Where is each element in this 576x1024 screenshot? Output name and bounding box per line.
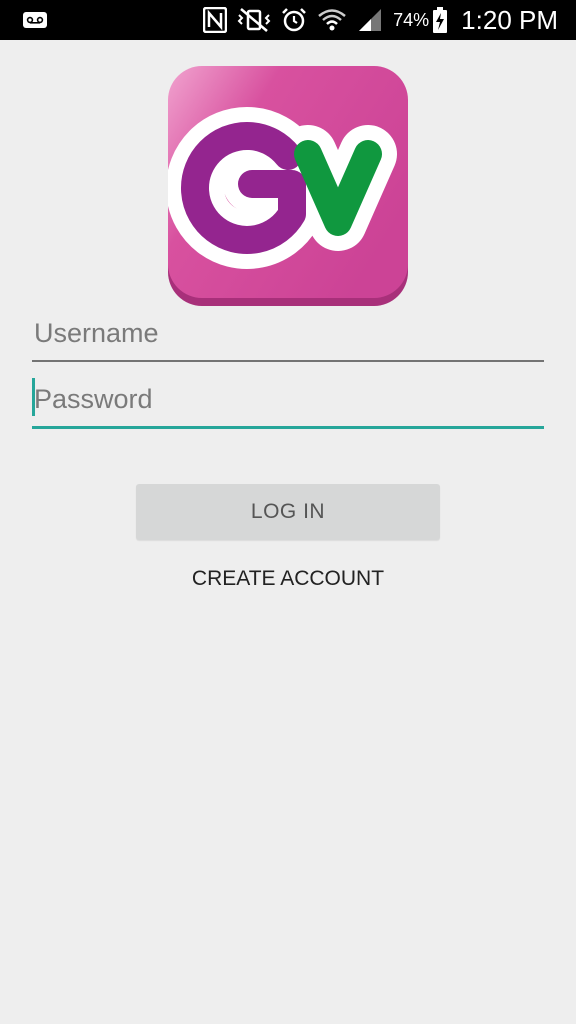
cell-signal-icon [359,9,382,31]
password-input[interactable] [32,372,544,426]
nfc-icon [203,7,228,33]
login-button[interactable]: LOG IN [136,484,440,540]
text-cursor [32,378,35,416]
password-field[interactable] [32,372,544,429]
app-logo [166,66,408,306]
gv-logo-icon [166,66,408,306]
username-input[interactable] [32,306,544,360]
voicemail-icon [23,12,47,28]
battery-percentage: 74% [393,9,430,30]
create-account-button[interactable]: CREATE ACCOUNT [136,556,440,602]
clock: 1:20 PM [461,4,558,35]
status-bar: 74% 1:20 PM [0,0,576,40]
username-field[interactable] [32,306,544,362]
alarm-icon [282,8,307,32]
wifi-icon [318,9,346,31]
battery-charging-icon [433,7,448,33]
vibrate-mute-icon [237,8,271,32]
